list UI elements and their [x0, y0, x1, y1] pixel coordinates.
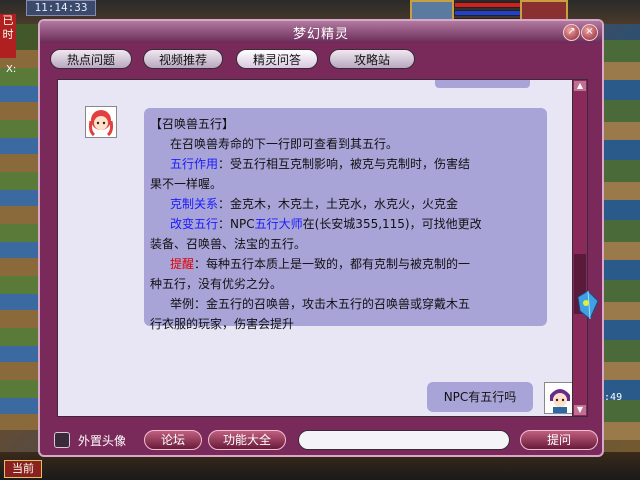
- game-clock: 11:14:33: [26, 0, 96, 16]
- player-avatar: [544, 382, 574, 414]
- answer-line: 举例：金五行的召唤兽，攻击木五行的召唤兽或穿戴木五: [170, 297, 471, 311]
- chat-area[interactable]: 【召唤兽五行】 在召唤兽寿命的下一行即可查看到其五行。 五行作用：受五行相互克制…: [57, 79, 575, 417]
- ask-button[interactable]: 提问: [520, 430, 598, 450]
- player-avatar-icon: [545, 383, 574, 413]
- functions-button[interactable]: 功能大全: [208, 430, 286, 450]
- chat-scrollbar[interactable]: ▲ ▼: [572, 79, 588, 417]
- sprite-helper-window: 梦幻精灵 ↗ × 热点问题 视频推荐 精灵问答 攻略站 【召唤兽五行】 在召唤兽…: [38, 19, 604, 457]
- keyword-link[interactable]: 五行作用: [170, 157, 218, 171]
- coordinate-label: X:: [6, 64, 17, 75]
- bottom-toolbar: 外置头像 论坛 功能大全 提问: [54, 429, 598, 451]
- tab-guide-site[interactable]: 攻略站: [329, 49, 415, 69]
- close-button[interactable]: ×: [581, 24, 598, 41]
- gem-icon[interactable]: [574, 289, 600, 321]
- answer-line: 果不一样喔。: [150, 177, 223, 191]
- popout-button[interactable]: ↗: [563, 24, 580, 41]
- window-title: 梦幻精灵: [292, 27, 349, 42]
- previous-message-bubble: [435, 80, 530, 88]
- tab-sprite-qa[interactable]: 精灵问答: [236, 49, 318, 69]
- answer-text: ：每种五行本质上是一致的，都有克制与被克制的一: [194, 257, 471, 271]
- scroll-up-arrow-icon[interactable]: ▲: [574, 81, 586, 91]
- forum-button[interactable]: 论坛: [144, 430, 202, 450]
- answer-line: 提醒：每种五行本质上是一致的，都有克制与被克制的一: [150, 254, 541, 274]
- answer-text: 在(长安城355,115)，可找他更改: [302, 217, 482, 231]
- player-question-bubble: NPC有五行吗: [427, 382, 533, 412]
- sprite-avatar: [85, 106, 117, 138]
- external-avatar-checkbox[interactable]: [54, 432, 70, 448]
- title-bar[interactable]: 梦幻精灵 ↗ ×: [40, 21, 602, 43]
- tab-video-recommend[interactable]: 视频推荐: [143, 49, 223, 69]
- keyword-link[interactable]: 克制关系: [170, 197, 218, 211]
- question-input[interactable]: [298, 430, 510, 450]
- answer-line: 装备、召唤兽、法宝的五行。: [150, 237, 307, 251]
- answer-text: ：受五行相互克制影响，被克与克制时，伤害结: [218, 157, 471, 171]
- answer-line: 克制关系：金克木，木克土，土克水，水克火，火克金: [150, 194, 541, 214]
- answer-line: 五行作用：受五行相互克制影响，被克与克制时，伤害结: [150, 154, 541, 174]
- keyword-link[interactable]: 改变五行: [170, 217, 218, 231]
- sprite-avatar-icon: [86, 107, 116, 137]
- tab-hot-questions[interactable]: 热点问题: [50, 49, 132, 69]
- answer-line: 改变五行：NPC五行大师在(长安城355,115)，可找他更改: [150, 214, 541, 234]
- answer-text: ：NPC: [218, 217, 255, 231]
- answer-heading: 【召唤兽五行】: [150, 117, 235, 131]
- answer-bubble: 【召唤兽五行】 在召唤兽寿命的下一行即可查看到其五行。 五行作用：受五行相互克制…: [144, 108, 547, 331]
- time-period-badge: 已时: [0, 14, 16, 58]
- answer-text: ：金克木，木克土，土克水，水克火，火克金: [218, 197, 459, 211]
- external-avatar-label: 外置头像: [78, 434, 127, 448]
- current-channel-button[interactable]: 当前: [4, 460, 42, 478]
- right-scenery: [604, 40, 640, 440]
- answer-line: 种五行，没有优劣之分。: [150, 277, 283, 291]
- answer-line: 在召唤兽寿命的下一行即可查看到其五行。: [170, 137, 399, 151]
- npc-link[interactable]: 五行大师: [255, 217, 303, 231]
- scroll-down-arrow-icon[interactable]: ▼: [574, 405, 586, 415]
- left-scenery: [0, 50, 40, 430]
- keyword-reminder: 提醒: [170, 257, 195, 271]
- answer-line: 行衣服的玩家，伤害会提升: [150, 317, 295, 331]
